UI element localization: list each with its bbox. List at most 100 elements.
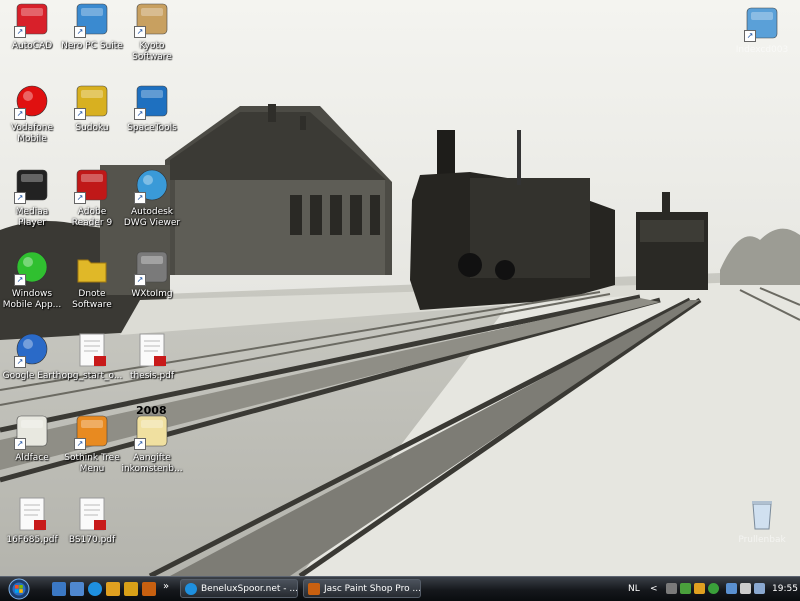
desktop-icon[interactable]: ↗ Indexcd003 <box>731 6 793 80</box>
internet-explorer-icon[interactable] <box>88 582 102 596</box>
desktop-icon-label: BS170.pdf <box>68 535 116 545</box>
pdf-document-icon <box>74 496 110 532</box>
sudoku-icon: ↗ <box>74 84 110 120</box>
desktop-icon[interactable]: ↗ Sudoku <box>61 84 123 158</box>
sothink-icon: ↗ <box>74 414 110 450</box>
taskbar: » BeneluxSpoor.net - ... Jasc Paint Shop… <box>0 576 800 601</box>
shortcut-arrow-icon: ↗ <box>134 108 146 120</box>
desktop-icon-label: AutoCAD <box>11 41 53 51</box>
desktop-icon[interactable]: thesis.pdf <box>121 332 183 406</box>
tray-connection-icon[interactable] <box>754 583 765 594</box>
switch-windows-icon[interactable] <box>70 582 84 596</box>
spacetools-icon: ↗ <box>134 84 170 120</box>
task-button-beneluxspoor[interactable]: BeneluxSpoor.net - ... <box>180 579 298 598</box>
shortcut-arrow-icon: ↗ <box>14 192 26 204</box>
desktop-icon-label: Windows Mobile App... <box>2 289 62 310</box>
task-label: Jasc Paint Shop Pro ... <box>324 584 421 594</box>
task-label: BeneluxSpoor.net - ... <box>201 584 298 594</box>
desktop-icon-label: Aldface <box>15 453 49 463</box>
desktop-icon[interactable]: ↗ Google Earth <box>1 332 63 406</box>
dwg-viewer-icon: ↗ <box>134 168 170 204</box>
desktop-icon-label: Aangifte inkomstenb... <box>121 453 183 474</box>
tray-app-icon[interactable] <box>666 583 677 594</box>
year-badge: 2008 <box>136 404 167 417</box>
windows-mobile-icon: ↗ <box>14 250 50 286</box>
desktop-icon[interactable]: Prullenbak <box>731 496 793 570</box>
desktop-icon[interactable]: ↗ Kyoto Software <box>121 2 183 76</box>
media-player-icon: ↗ <box>14 168 50 204</box>
tray-monitor-icon[interactable] <box>726 583 737 594</box>
tray-network-icon[interactable] <box>680 583 691 594</box>
tray-security-icon[interactable] <box>694 583 705 594</box>
desktop-icon[interactable]: BS170.pdf <box>61 496 123 570</box>
volume-icon[interactable] <box>740 583 751 594</box>
shortcut-arrow-icon: ↗ <box>134 438 146 450</box>
desktop-icon[interactable]: ↗ SpaceTools <box>121 84 183 158</box>
tray-update-icon[interactable] <box>708 583 719 594</box>
start-button[interactable] <box>4 578 34 600</box>
desktop-icon-label: Google Earth <box>2 371 62 381</box>
desktop-icon[interactable]: Dnote Software <box>61 250 123 324</box>
quicklaunch-chevron[interactable]: » <box>163 581 169 592</box>
desktop-icon-label: Sudoku <box>75 123 109 133</box>
desktop-icon[interactable]: ↗ Vodafone Mobile <box>1 84 63 158</box>
google-earth-icon: ↗ <box>14 332 50 368</box>
kyoto-icon: ↗ <box>134 2 170 38</box>
desktop-icon[interactable]: 16F685.pdf <box>1 496 63 570</box>
shortcut-arrow-icon: ↗ <box>74 192 86 204</box>
shortcut-arrow-icon: ↗ <box>134 274 146 286</box>
desktop-icon[interactable]: opg_start_o... <box>61 332 123 406</box>
shortcut-arrow-icon: ↗ <box>14 274 26 286</box>
desktop-icon[interactable]: ↗ Sothink Tree Menu <box>61 414 123 488</box>
pdf-document-icon <box>134 332 170 368</box>
desktop-icon-label: Nero PC Suite <box>61 41 123 51</box>
internet-explorer-icon <box>185 583 197 595</box>
pdf-document-icon <box>14 496 50 532</box>
task-button-paintshop[interactable]: Jasc Paint Shop Pro ... <box>303 579 421 598</box>
desktop-icon[interactable]: ↗ Windows Mobile App... <box>1 250 63 324</box>
desktop-icon[interactable]: ↗ 2008 Aangifte inkomstenb... <box>121 404 183 488</box>
desktop-icon[interactable]: ↗ Mediaa Player <box>1 168 63 242</box>
language-indicator[interactable]: NL <box>628 577 640 601</box>
desktop-icon-label: Dnote Software <box>72 289 112 310</box>
pdf-document-icon <box>74 332 110 368</box>
desktop-icon-label: Indexcd003 <box>735 45 789 55</box>
autocad-icon: ↗ <box>14 2 50 38</box>
desktop-icon-label: opg_start_o... <box>61 371 123 381</box>
desktop-icon-label: Sothink Tree Menu <box>64 453 120 474</box>
quicklaunch-folder-icon[interactable] <box>124 582 138 596</box>
shortcut-arrow-icon: ↗ <box>74 108 86 120</box>
show-desktop-icon[interactable] <box>52 582 66 596</box>
indexcd-icon: ↗ <box>744 6 780 42</box>
desktop-icon-label: Vodafone Mobile <box>10 123 54 144</box>
desktop-icon-label: thesis.pdf <box>129 371 175 381</box>
shortcut-arrow-icon: ↗ <box>744 30 756 42</box>
folder-icon <box>74 250 110 286</box>
shortcut-arrow-icon: ↗ <box>74 26 86 38</box>
shortcut-arrow-icon: ↗ <box>134 192 146 204</box>
desktop-icon-label: WXtoImg <box>131 289 173 299</box>
adobe-reader-icon: ↗ <box>74 168 110 204</box>
paint-shop-pro-icon <box>308 583 320 595</box>
shortcut-arrow-icon: ↗ <box>14 108 26 120</box>
tray-expand-icon[interactable]: < <box>650 577 658 601</box>
wxtoimg-icon: ↗ <box>134 250 170 286</box>
desktop-icon-label: Kyoto Software <box>132 41 172 62</box>
desktop-icon[interactable]: ↗ Aldface <box>1 414 63 488</box>
desktop-icon[interactable]: ↗ Autodesk DWG Viewer <box>121 168 183 242</box>
desktop-icon[interactable]: ↗ AutoCAD <box>1 2 63 76</box>
recycle-bin-icon <box>744 496 780 532</box>
desktop-icon[interactable]: ↗ Adobe Reader 9 <box>61 168 123 242</box>
desktop-icon[interactable]: ↗ Nero PC Suite <box>61 2 123 76</box>
quicklaunch-app-icon[interactable] <box>106 582 120 596</box>
desktop-icon[interactable]: ↗ WXtoImg <box>121 250 183 324</box>
quicklaunch-paint-icon[interactable] <box>142 582 156 596</box>
vodafone-icon: ↗ <box>14 84 50 120</box>
shortcut-arrow-icon: ↗ <box>14 356 26 368</box>
shortcut-arrow-icon: ↗ <box>14 438 26 450</box>
clock[interactable]: 19:55 <box>772 577 798 601</box>
shortcut-arrow-icon: ↗ <box>14 26 26 38</box>
tax-form-icon: ↗ 2008 <box>134 404 170 450</box>
desktop-icon-label: Mediaa Player <box>15 207 49 228</box>
desktop-icon-label: Autodesk DWG Viewer <box>123 207 181 228</box>
